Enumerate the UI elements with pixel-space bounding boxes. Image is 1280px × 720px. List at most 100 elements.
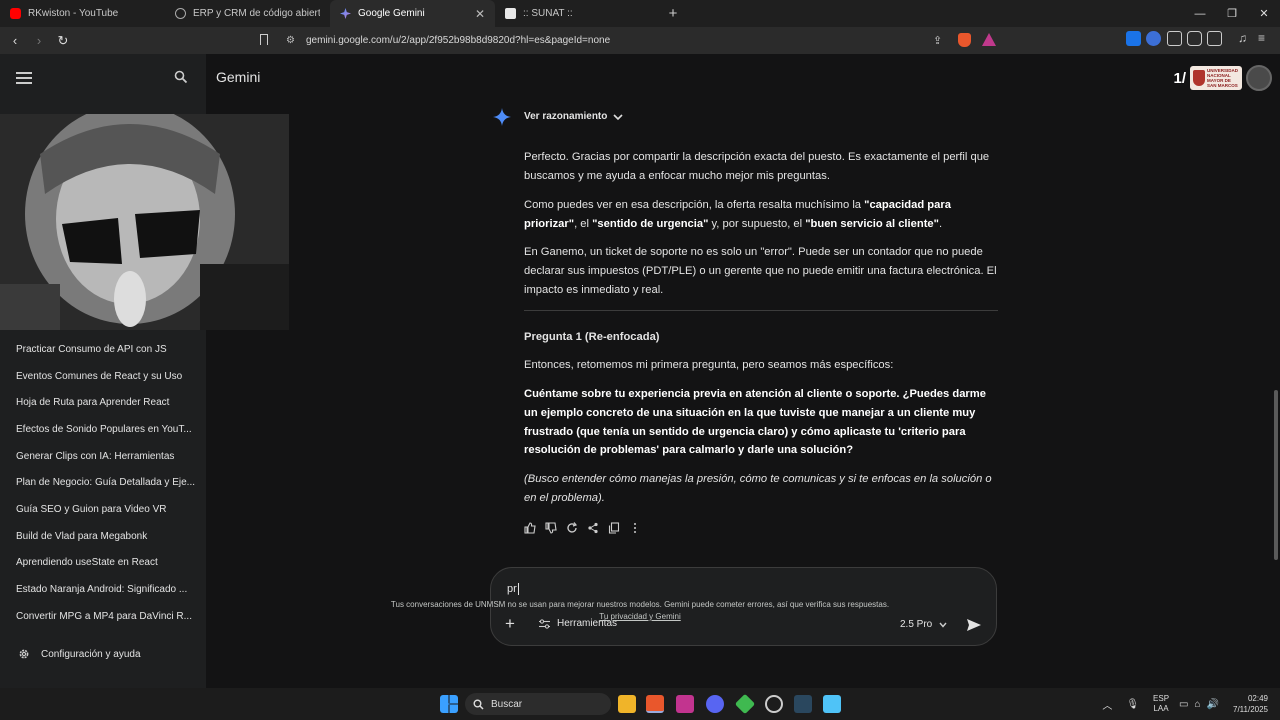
disclaimer-text: Tus conversaciones de UNMSM no se usan p… xyxy=(390,600,890,609)
sunat-icon xyxy=(505,8,516,19)
media-icon[interactable]: ♫ xyxy=(1238,31,1253,46)
list-item[interactable]: Guía SEO y Guion para Video VR xyxy=(0,496,206,523)
sidebar-toggle-icon[interactable] xyxy=(1167,31,1182,46)
extension-icon[interactable] xyxy=(1146,31,1161,46)
obs-icon[interactable] xyxy=(765,695,783,713)
wallet-icon[interactable] xyxy=(1207,31,1222,46)
taskbar-search-label: Buscar xyxy=(491,698,523,710)
privacy-link[interactable]: Tu privacidad y Gemini xyxy=(206,611,1074,623)
list-item[interactable]: Eventos Comunes de React y su Uso xyxy=(0,363,206,390)
git-icon[interactable] xyxy=(734,693,756,715)
response-paragraph: Perfecto. Gracias por compartir la descr… xyxy=(524,151,990,182)
show-reasoning-button[interactable]: Ver razonamiento xyxy=(524,111,623,122)
window-controls: — ❐ ✕ xyxy=(1184,0,1280,27)
share-icon[interactable] xyxy=(587,522,599,534)
discord-icon[interactable] xyxy=(706,695,724,713)
tab-sunat[interactable]: :: SUNAT :: xyxy=(495,0,660,27)
menu-icon[interactable]: ≡ xyxy=(1258,31,1273,46)
clock[interactable]: 02:49 7/11/2025 xyxy=(1233,693,1268,715)
prompt-input[interactable]: pr xyxy=(507,583,519,595)
gear-icon xyxy=(19,649,29,659)
list-item[interactable]: Generar Clips con IA: Herramientas xyxy=(0,443,206,470)
language-indicator[interactable]: ESP LAA xyxy=(1153,694,1169,714)
close-window-button[interactable]: ✕ xyxy=(1248,0,1280,27)
avatar[interactable] xyxy=(1246,65,1272,91)
brave-browser-icon[interactable] xyxy=(646,695,664,713)
back-icon[interactable]: ‹ xyxy=(5,31,25,51)
network-icon[interactable]: ⌂ xyxy=(1195,699,1201,710)
search-icon[interactable] xyxy=(174,70,188,84)
brave-shield-icon[interactable] xyxy=(958,33,971,47)
chevron-up-icon[interactable]: ︿ xyxy=(1102,697,1112,712)
share-icon[interactable]: ⇪ xyxy=(933,34,942,47)
new-tab-button[interactable]: + xyxy=(660,0,686,27)
browser-tab-bar: RKwiston - YouTube ERP y CRM de código a… xyxy=(0,0,1280,27)
site-info-icon[interactable]: ⚙ xyxy=(286,35,295,46)
list-item[interactable]: Estado Naranja Android: Significado ... xyxy=(0,576,206,603)
file-explorer-icon[interactable] xyxy=(618,695,636,713)
scrollbar[interactable] xyxy=(1274,390,1278,560)
disclaimer: Tus conversaciones de UNMSM no se usan p… xyxy=(206,599,1074,623)
list-item[interactable]: Plan de Negocio: Guía Detallada y Eje... xyxy=(0,469,206,496)
thumbs-down-icon[interactable] xyxy=(545,522,557,534)
response-note: (Busco entender cómo manejas la presión,… xyxy=(524,473,992,504)
list-item[interactable]: Efectos de Sonido Populares en YouT... xyxy=(0,416,206,443)
list-item[interactable]: Build de Vlad para Megabonk xyxy=(0,523,206,550)
response-paragraph: En Ganemo, un ticket de soporte no es so… xyxy=(524,246,997,296)
browser-toolbar: ‹ › ↻ ⚙ gemini.google.com/u/2/app/2f952b… xyxy=(0,27,1280,54)
crest-icon xyxy=(1193,70,1205,86)
gemini-icon xyxy=(340,8,351,19)
more-options-icon[interactable] xyxy=(629,522,641,534)
odoo-icon xyxy=(175,8,186,19)
forward-icon[interactable]: › xyxy=(29,31,49,51)
list-item[interactable]: Aprendiendo useState en React xyxy=(0,550,206,577)
settings-label: Configuración y ayuda xyxy=(41,648,141,660)
minimize-button[interactable]: — xyxy=(1184,0,1216,27)
tab-title: ERP y CRM de código abierto | Odoo xyxy=(193,8,320,19)
tab-title: Google Gemini xyxy=(358,8,425,19)
webcam-overlay-image xyxy=(0,114,289,330)
hamburger-menu-icon[interactable] xyxy=(16,72,32,84)
search-icon xyxy=(473,699,484,710)
settings-and-help-button[interactable]: Configuración y ayuda xyxy=(18,648,141,660)
bookmark-icon[interactable] xyxy=(260,34,268,45)
puzzle-extensions-icon[interactable] xyxy=(1187,31,1202,46)
translate-extension-icon[interactable] xyxy=(1126,31,1141,46)
notepad-icon[interactable] xyxy=(823,695,841,713)
tab-title: RKwiston - YouTube xyxy=(28,8,119,19)
taskbar-search[interactable]: Buscar xyxy=(465,693,611,715)
app-title: Gemini xyxy=(216,69,261,85)
system-tray: ︿ 🎙 ESP LAA ▭ ⌂ 🔊 02:49 7/11/2025 xyxy=(1102,688,1280,720)
main-chat-area: Gemini 1/ UNIVERSIDAD NACIONAL MAYOR DE SAN… xyxy=(206,54,1280,688)
reasoning-label: Ver razonamiento xyxy=(524,111,608,122)
response-paragraph: Como puedes ver en esa descripción, la o… xyxy=(524,199,951,230)
volume-icon[interactable]: 🔊 xyxy=(1207,699,1219,710)
steam-icon[interactable] xyxy=(794,695,812,713)
microphone-icon[interactable]: 🎙 xyxy=(1126,699,1139,710)
app-icon[interactable] xyxy=(676,695,694,713)
address-bar[interactable]: ⚙ gemini.google.com/u/2/app/2f952b98b8d9… xyxy=(255,30,1000,51)
reload-icon[interactable]: ↻ xyxy=(53,31,73,51)
list-item[interactable]: Hoja de Ruta para Aprender React xyxy=(0,389,206,416)
regenerate-icon[interactable] xyxy=(566,522,578,534)
windows-start-icon[interactable] xyxy=(440,695,458,713)
question-heading: Pregunta 1 (Re-enfocada) xyxy=(524,331,660,343)
display-icon[interactable]: ▭ xyxy=(1179,699,1188,710)
close-tab-icon[interactable]: ✕ xyxy=(475,7,485,21)
gemini-sparkle-icon xyxy=(493,108,511,126)
copy-icon[interactable] xyxy=(608,522,620,534)
page-counter: 1/ xyxy=(1173,69,1186,87)
tab-title: :: SUNAT :: xyxy=(523,8,573,19)
url-text: gemini.google.com/u/2/app/2f952b98b8d982… xyxy=(306,35,611,46)
list-item[interactable]: Convertir MPG a MP4 para DaVinci R... xyxy=(0,603,206,630)
restore-button[interactable]: ❐ xyxy=(1216,0,1248,27)
tab-youtube[interactable]: RKwiston - YouTube xyxy=(0,0,165,27)
unmsm-logo[interactable]: UNIVERSIDAD NACIONAL MAYOR DE SAN MARCOS xyxy=(1190,66,1242,90)
brave-rewards-icon[interactable] xyxy=(982,33,996,46)
divider xyxy=(524,310,998,311)
tab-gemini[interactable]: Google Gemini ✕ xyxy=(330,0,495,27)
list-item[interactable]: Practicar Consumo de API con JS xyxy=(0,336,206,363)
thumbs-up-icon[interactable] xyxy=(524,522,536,534)
tab-odoo[interactable]: ERP y CRM de código abierto | Odoo xyxy=(165,0,330,27)
recent-chats-list: Practicar Consumo de API con JS Eventos … xyxy=(0,336,206,630)
